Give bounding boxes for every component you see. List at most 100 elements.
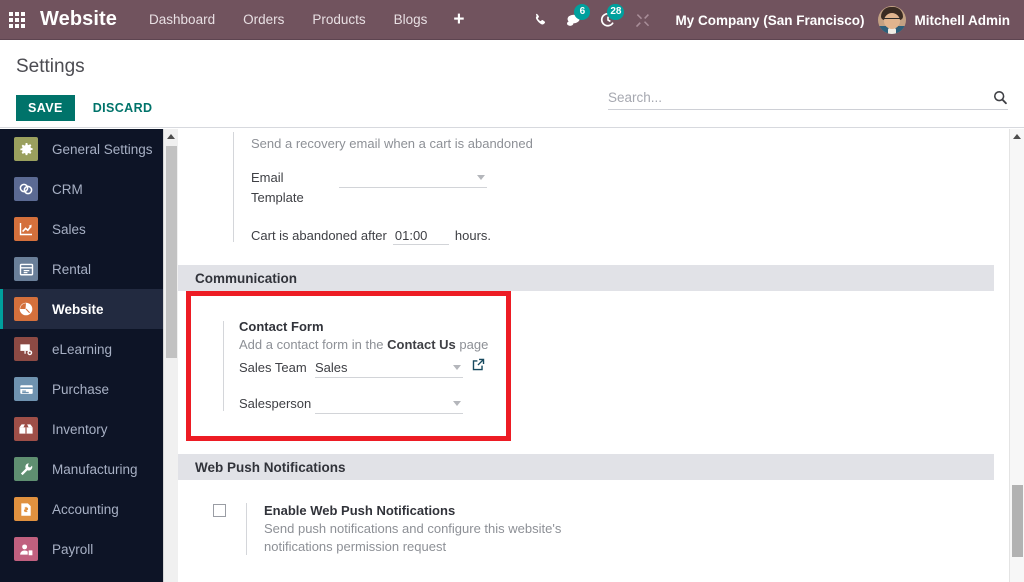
messages-badge: 6	[574, 4, 591, 20]
sidebar-item-crm[interactable]: CRM	[0, 169, 178, 209]
web-push-row: Enable Web Push Notifications Send push …	[195, 502, 994, 556]
section-header-web-push: Web Push Notifications	[178, 454, 994, 480]
sales-team-row: Sales Team Sales	[239, 357, 506, 378]
section-title: Communication	[195, 270, 298, 286]
chevron-down-icon	[477, 174, 485, 180]
contact-form-block: Contact Form Add a contact form in the C…	[191, 318, 506, 414]
email-template-row: Email Template	[251, 167, 994, 208]
sidebar-item-label: Payroll	[52, 541, 94, 557]
content-scrollbar-thumb[interactable]	[1012, 485, 1023, 557]
contact-form-hint-before: Add a contact form in the	[239, 337, 388, 352]
enable-web-push-checkbox[interactable]	[213, 504, 226, 517]
settings-body: General Settings CRM Sales Rental Websit…	[0, 129, 1024, 582]
sidebar-item-label: CRM	[52, 181, 83, 197]
sidebar-item-label: Website	[52, 301, 104, 317]
abandoned-after-input[interactable]	[392, 228, 449, 245]
sidebar-item-accounting[interactable]: Accounting	[0, 489, 178, 529]
sales-team-label: Sales Team	[239, 360, 307, 375]
search-icon[interactable]	[987, 90, 1008, 105]
box-icon	[14, 417, 38, 441]
sales-team-dropdown[interactable]: Sales	[315, 357, 463, 378]
external-link-icon[interactable]	[472, 357, 485, 371]
sidebar-item-sales[interactable]: Sales	[0, 209, 178, 249]
content-scrollbar[interactable]	[1009, 129, 1024, 582]
phone-icon[interactable]	[523, 0, 557, 40]
section-title: Web Push Notifications	[195, 459, 346, 475]
nav-item-dashboard[interactable]: Dashboard	[135, 0, 229, 40]
block-rule	[246, 503, 247, 555]
settings-sidebar: General Settings CRM Sales Rental Websit…	[0, 129, 178, 582]
salesperson-row: Salesperson	[239, 393, 506, 414]
contact-form-hint-after: page	[455, 337, 489, 352]
company-switcher[interactable]: My Company (San Francisco)	[659, 13, 878, 28]
abandoned-after-prefix: Cart is abandoned after	[251, 228, 387, 243]
sidebar-item-manufacturing[interactable]: Manufacturing	[0, 449, 178, 489]
sidebar-scrollbar[interactable]	[163, 129, 178, 582]
save-button[interactable]: SAVE	[16, 95, 75, 121]
sidebar-item-general-settings[interactable]: General Settings	[0, 129, 178, 169]
salesperson-dropdown[interactable]	[315, 393, 463, 414]
wrench-icon	[14, 457, 38, 481]
sidebar-item-label: Accounting	[52, 501, 119, 517]
chart-up-icon	[14, 217, 38, 241]
scroll-up-arrow-icon[interactable]	[1010, 129, 1024, 144]
abandoned-cart-block: Send a recovery email when a cart is aba…	[195, 129, 994, 245]
sidebar-item-website[interactable]: Website	[0, 289, 178, 329]
abandoned-after-row: Cart is abandoned after hours.	[251, 228, 994, 245]
contact-form-highlight-box: Contact Form Add a contact form in the C…	[186, 291, 511, 441]
sidebar-item-purchase[interactable]: Purchase	[0, 369, 178, 409]
sidebar-item-label: Inventory	[52, 421, 108, 437]
sidebar-item-elearning[interactable]: eLearning	[0, 329, 178, 369]
apps-grid-icon[interactable]	[0, 0, 34, 40]
nav-item-products[interactable]: Products	[298, 0, 379, 40]
sidebar-scrollbar-thumb[interactable]	[166, 146, 177, 358]
apps-grid-glyph	[9, 11, 25, 28]
email-template-label: Email Template	[251, 170, 304, 205]
presentation-icon	[14, 337, 38, 361]
calendar-icon	[14, 257, 38, 281]
sidebar-item-label: Rental	[52, 261, 92, 277]
web-push-body: Enable Web Push Notifications Send push …	[246, 502, 561, 556]
globe-icon	[14, 297, 38, 321]
contact-form-hint: Add a contact form in the Contact Us pag…	[239, 336, 506, 354]
handshake-icon	[14, 177, 38, 201]
sidebar-item-label: Manufacturing	[52, 461, 138, 477]
search-input[interactable]	[608, 90, 987, 105]
gear-icon	[14, 137, 38, 161]
sidebar-item-label: eLearning	[52, 341, 113, 357]
contact-us-link[interactable]: Contact Us	[387, 337, 456, 352]
abandoned-cart-hint: Send a recovery email when a cart is aba…	[251, 136, 533, 151]
block-rule	[233, 132, 234, 242]
discard-button[interactable]: DISCARD	[87, 100, 159, 116]
sales-team-value: Sales	[315, 359, 348, 375]
top-navbar: Website Dashboard Orders Products Blogs …	[0, 0, 1024, 40]
block-rule	[223, 321, 224, 411]
invoice-dollar-icon	[14, 497, 38, 521]
user-menu[interactable]: Mitchell Admin	[878, 6, 1024, 34]
nav-add-new-button[interactable]: +	[441, 2, 476, 38]
scroll-up-arrow-icon[interactable]	[164, 129, 178, 144]
nav-item-blogs[interactable]: Blogs	[380, 0, 442, 40]
settings-content: Send a recovery email when a cart is aba…	[178, 129, 1024, 582]
sidebar-item-rental[interactable]: Rental	[0, 249, 178, 289]
avatar	[878, 6, 907, 34]
chevron-down-icon	[453, 364, 461, 370]
control-panel: Settings SAVE DISCARD	[0, 40, 1024, 128]
employee-badge-icon	[14, 537, 38, 561]
sidebar-item-inventory[interactable]: Inventory	[0, 409, 178, 449]
email-template-dropdown[interactable]	[339, 167, 487, 188]
web-push-hint-line1: Send push notifications and configure th…	[264, 521, 562, 536]
section-header-communication: Communication	[178, 265, 994, 291]
developer-tools-icon[interactable]	[625, 0, 659, 40]
messages-icon[interactable]: 6	[557, 0, 591, 40]
sidebar-item-label: Purchase	[52, 381, 110, 397]
salesperson-label: Salesperson	[239, 396, 312, 411]
chevron-down-icon	[453, 400, 461, 406]
settings-content-inner: Send a recovery email when a cart is aba…	[178, 129, 994, 556]
sidebar-item-payroll[interactable]: Payroll	[0, 529, 178, 569]
abandoned-after-suffix: hours.	[454, 228, 492, 243]
nav-item-orders[interactable]: Orders	[229, 0, 298, 40]
activities-clock-icon[interactable]: 28	[591, 0, 625, 40]
sidebar-item-label: Sales	[52, 221, 86, 237]
sidebar-item-list: General Settings CRM Sales Rental Websit…	[0, 129, 178, 569]
